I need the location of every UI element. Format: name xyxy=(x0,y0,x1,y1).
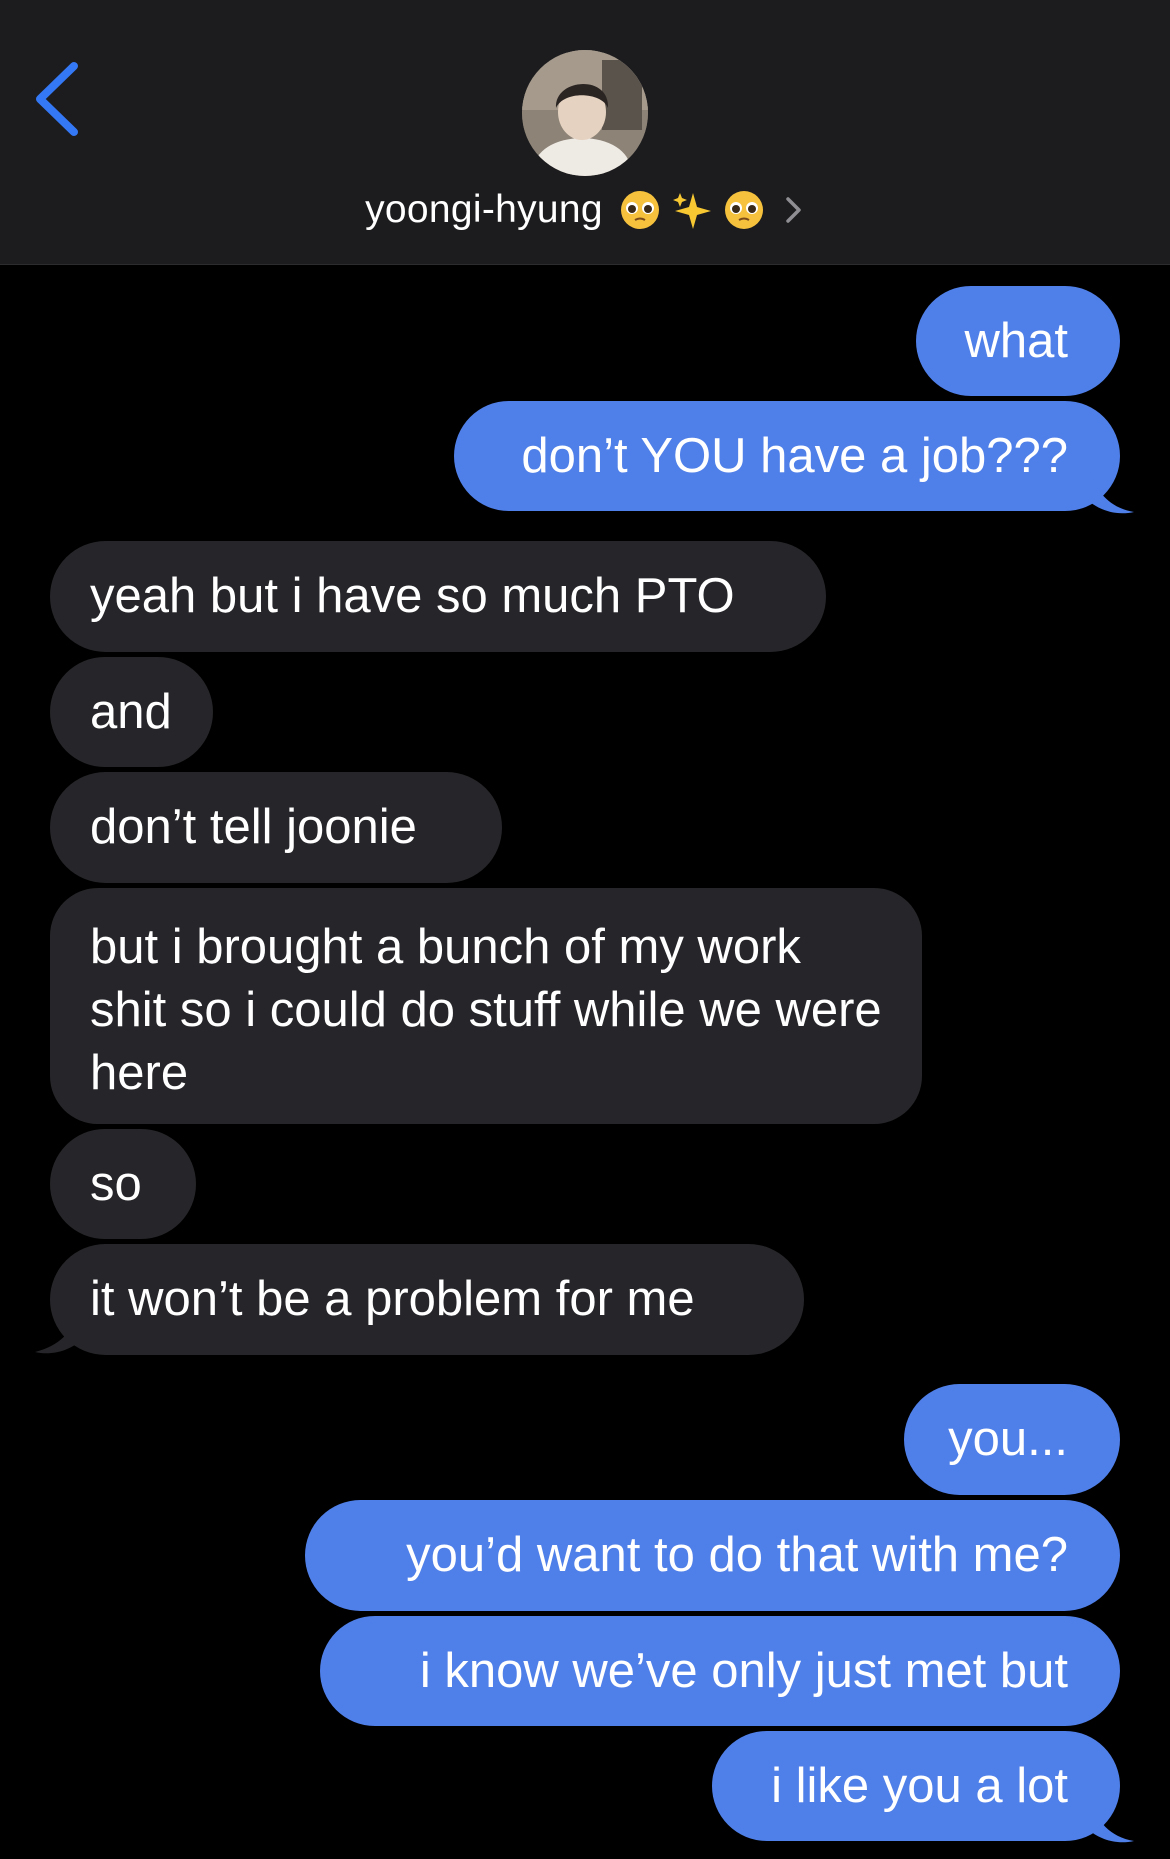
message-text: you’d want to do that with me? xyxy=(406,1528,1068,1582)
sparkles-icon xyxy=(672,193,711,229)
message-bubble-outgoing[interactable]: i know we’ve only just met but xyxy=(320,1616,1120,1726)
message-bubble-incoming[interactable]: yeah but i have so much PTO xyxy=(50,541,826,652)
conversation-header: yoongi-hyung xyxy=(0,0,1170,265)
bubble-tail xyxy=(35,1310,79,1354)
message-bubble-outgoing[interactable]: you... xyxy=(904,1384,1120,1495)
message-text: yeah but i have so much PTO xyxy=(90,569,735,623)
message-bubble-incoming[interactable]: so xyxy=(50,1129,196,1239)
message-text: i like you a lot xyxy=(771,1758,1068,1813)
message-bubble-incoming[interactable]: but i brought a bunch of my work shit so… xyxy=(50,888,922,1124)
pleading-face-icon xyxy=(724,191,763,229)
contact-photo xyxy=(522,50,648,176)
chevron-left-icon xyxy=(36,62,78,136)
contact-info-button[interactable]: yoongi-hyung xyxy=(0,178,1170,242)
message-bubble-incoming[interactable]: it won’t be a problem for me xyxy=(50,1244,804,1355)
contact-name: yoongi-hyung xyxy=(365,188,603,231)
message-bubble-outgoing[interactable]: you’d want to do that with me? xyxy=(305,1500,1120,1611)
message-text: it won’t be a problem for me xyxy=(90,1272,695,1326)
pleading-face-icon xyxy=(620,191,659,229)
message-text: so xyxy=(90,1156,142,1211)
message-text: don’t tell joonie xyxy=(90,800,417,854)
message-bubble-outgoing[interactable]: don’t YOU have a job??? xyxy=(454,401,1120,511)
message-text: i know we’ve only just met but xyxy=(419,1643,1068,1698)
message-bubble-incoming[interactable]: don’t tell joonie xyxy=(50,772,502,883)
message-bubble-outgoing[interactable]: what xyxy=(916,286,1120,396)
message-text: you... xyxy=(948,1412,1068,1466)
back-button[interactable] xyxy=(30,60,90,138)
avatar[interactable] xyxy=(522,50,648,176)
bubble-tail xyxy=(1090,1799,1134,1843)
chevron-right-icon xyxy=(786,197,801,223)
message-text: and xyxy=(90,684,172,739)
message-text: what xyxy=(964,313,1068,368)
message-bubble-incoming[interactable]: and xyxy=(50,657,213,767)
message-text: don’t YOU have a job??? xyxy=(521,428,1068,483)
message-bubble-outgoing[interactable]: i like you a lot xyxy=(712,1731,1120,1841)
message-text: but i brought a bunch of my work shit so… xyxy=(90,920,882,1100)
bubble-tail xyxy=(1090,470,1134,514)
